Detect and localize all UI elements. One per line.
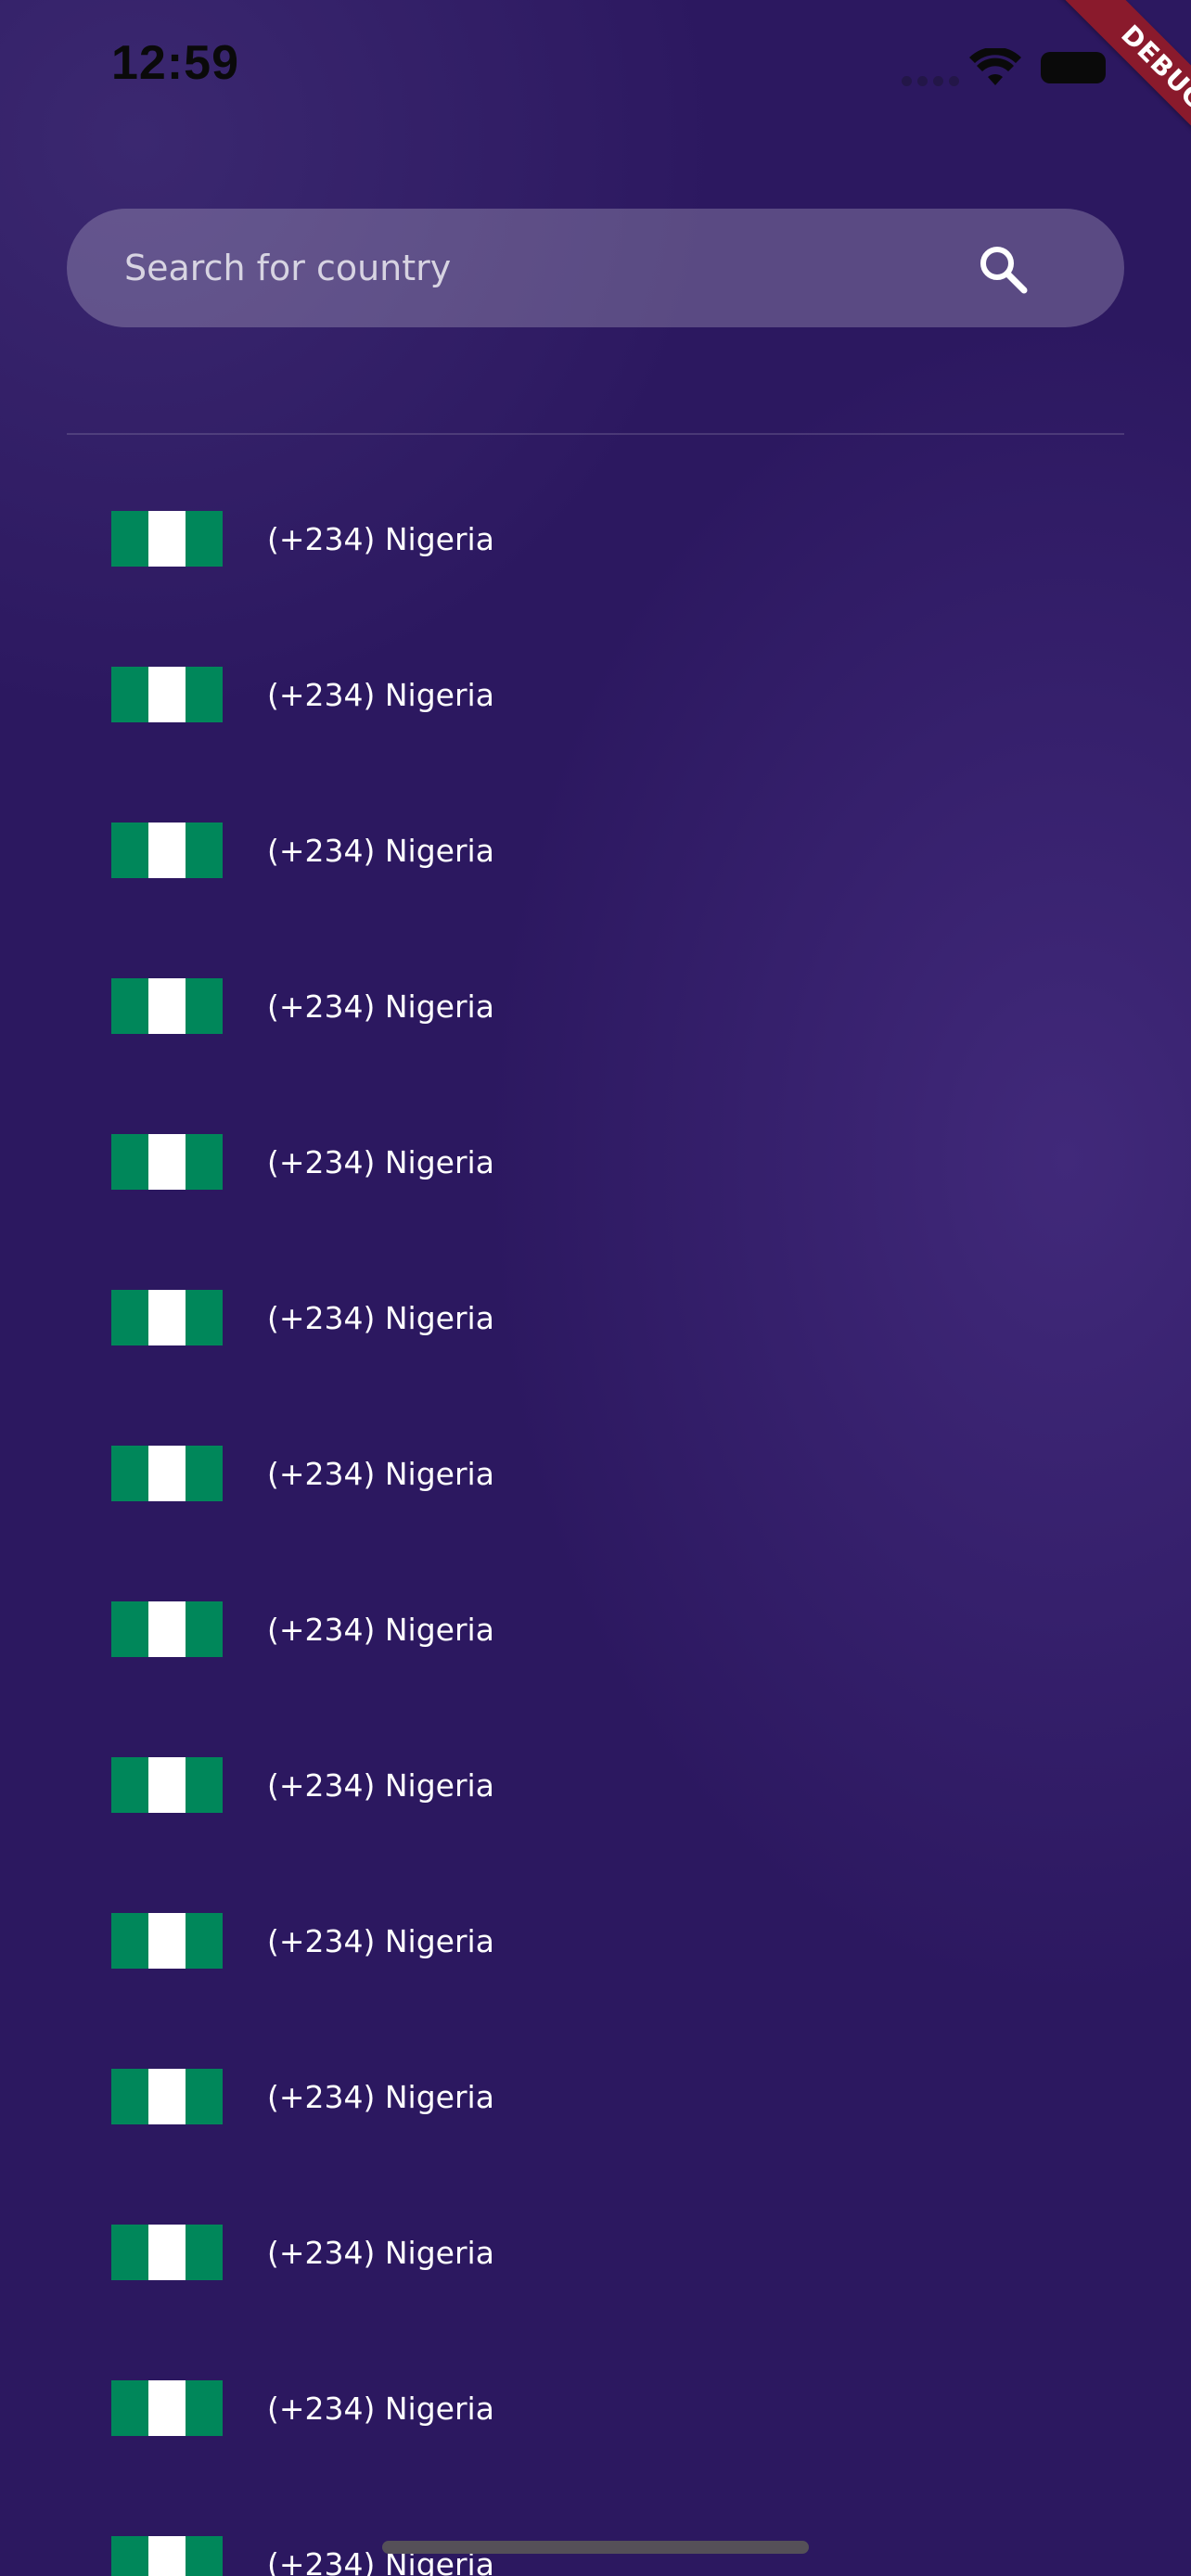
country-list-item[interactable]: (+234) Nigeria — [0, 1707, 1191, 1863]
country-list-item[interactable]: (+234) Nigeria — [0, 464, 1191, 617]
nigeria-flag-icon — [111, 2380, 223, 2436]
nigeria-flag-icon — [111, 823, 223, 878]
country-label: (+234) Nigeria — [267, 520, 494, 557]
nigeria-flag-icon — [111, 978, 223, 1034]
country-label: (+234) Nigeria — [267, 676, 494, 713]
nigeria-flag-icon — [111, 1601, 223, 1657]
nigeria-flag-icon — [111, 1757, 223, 1813]
country-label: (+234) Nigeria — [267, 1766, 494, 1804]
nigeria-flag-icon — [111, 2536, 223, 2576]
country-list-item[interactable]: (+234) Nigeria — [0, 2486, 1191, 2576]
nigeria-flag-icon — [111, 1913, 223, 1969]
nigeria-flag-icon — [111, 2225, 223, 2280]
country-label: (+234) Nigeria — [267, 2078, 494, 2115]
country-list-item[interactable]: (+234) Nigeria — [0, 928, 1191, 1084]
country-list-item[interactable]: (+234) Nigeria — [0, 772, 1191, 928]
country-list-item[interactable]: (+234) Nigeria — [0, 617, 1191, 772]
country-label: (+234) Nigeria — [267, 1299, 494, 1336]
country-label: (+234) Nigeria — [267, 1922, 494, 1959]
nigeria-flag-icon — [111, 1290, 223, 1345]
cellular-signal-icon — [902, 76, 959, 86]
country-list-item[interactable]: (+234) Nigeria — [0, 2330, 1191, 2486]
country-list-item[interactable]: (+234) Nigeria — [0, 1863, 1191, 2019]
country-label: (+234) Nigeria — [267, 2390, 494, 2427]
divider — [67, 433, 1124, 435]
nigeria-flag-icon — [111, 1446, 223, 1501]
wifi-icon — [969, 48, 1021, 85]
nigeria-flag-icon — [111, 2069, 223, 2124]
search-input[interactable] — [122, 247, 1031, 289]
country-list-item[interactable]: (+234) Nigeria — [0, 1240, 1191, 1396]
battery-icon — [1041, 52, 1106, 83]
status-bar: 12:59 — [0, 0, 1191, 139]
country-list-item[interactable]: (+234) Nigeria — [0, 1396, 1191, 1551]
search-bar[interactable] — [67, 209, 1124, 327]
search-icon[interactable] — [976, 242, 1030, 296]
country-label: (+234) Nigeria — [267, 988, 494, 1025]
country-list-item[interactable]: (+234) Nigeria — [0, 1084, 1191, 1240]
home-indicator[interactable] — [382, 2541, 809, 2554]
country-list-item[interactable]: (+234) Nigeria — [0, 2174, 1191, 2330]
nigeria-flag-icon — [111, 1134, 223, 1190]
country-list-item[interactable]: (+234) Nigeria — [0, 2019, 1191, 2174]
status-time: 12:59 — [111, 36, 239, 90]
country-label: (+234) Nigeria — [267, 1611, 494, 1648]
country-label: (+234) Nigeria — [267, 1143, 494, 1180]
country-label: (+234) Nigeria — [267, 832, 494, 869]
nigeria-flag-icon — [111, 511, 223, 567]
country-label: (+234) Nigeria — [267, 2234, 494, 2271]
nigeria-flag-icon — [111, 667, 223, 722]
country-list-item[interactable]: (+234) Nigeria — [0, 1551, 1191, 1707]
country-label: (+234) Nigeria — [267, 1455, 494, 1492]
country-list[interactable]: (+234) Nigeria (+234) Nigeria (+234) Niger… — [0, 464, 1191, 2576]
